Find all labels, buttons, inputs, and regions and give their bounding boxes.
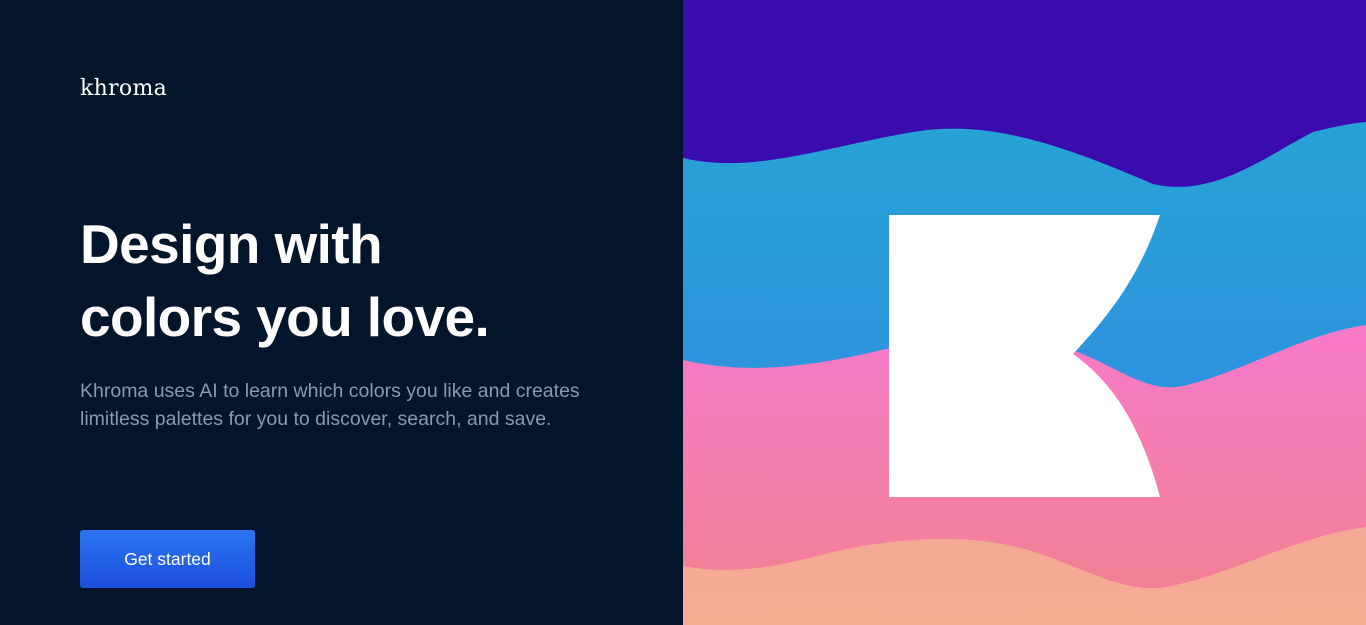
landing-page: khroma Design with colors you love. Khro…	[0, 0, 1366, 625]
hero-description: Khroma uses AI to learn which colors you…	[80, 380, 580, 430]
color-waves-illustration	[683, 0, 1366, 625]
hero-illustration	[683, 0, 1366, 625]
hero-title-line2: colors you love.	[80, 286, 490, 348]
hero-title: Design with colors you love.	[80, 208, 640, 354]
hero-panel: khroma Design with colors you love. Khro…	[0, 0, 683, 625]
get-started-button[interactable]: Get started	[80, 530, 255, 588]
hero-title-line1: Design with	[80, 213, 383, 275]
brand-logo[interactable]: khroma	[80, 74, 167, 104]
